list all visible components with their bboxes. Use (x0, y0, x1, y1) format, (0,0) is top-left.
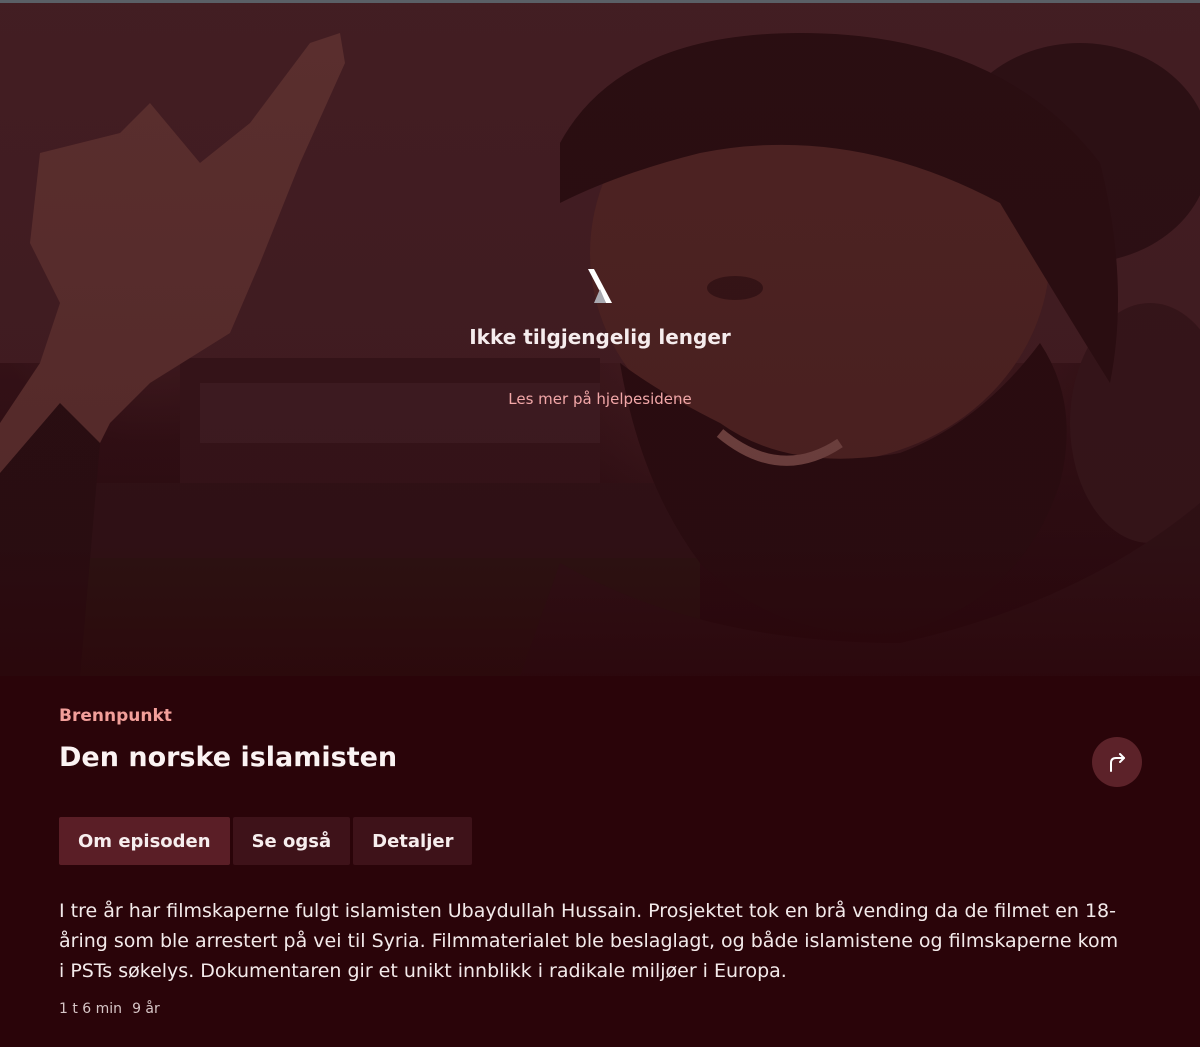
tab-detaljer[interactable]: Detaljer (353, 817, 473, 865)
tab-om-episoden[interactable]: Om episoden (59, 817, 230, 865)
help-pages-link[interactable]: Les mer på hjelpesidene (0, 390, 1200, 408)
age-label: 9 år (132, 1001, 160, 1017)
nrk-tv-logo-icon (588, 269, 612, 303)
tab-se-ogsa[interactable]: Se også (232, 817, 351, 865)
video-player-area: Ikke tilgjengelig lenger Les mer på hjel… (0, 3, 1200, 676)
episode-description: I tre år har filmskaperne fulgt islamist… (59, 900, 1119, 982)
episode-tabs: Om episoden Se også Detaljer (59, 817, 473, 865)
episode-title: Den norske islamisten (59, 742, 398, 773)
unavailable-message: Ikke tilgjengelig lenger (469, 325, 731, 349)
share-arrow-icon (1110, 753, 1125, 772)
episode-meta: 1 t 6 min 9 år (59, 1001, 160, 1017)
series-name-link[interactable]: Brennpunkt (59, 706, 172, 726)
episode-info-section: Brennpunkt Den norske islamisten Om epis… (0, 676, 1200, 1047)
share-button[interactable] (1092, 737, 1142, 787)
duration-label: 1 t 6 min (59, 1001, 123, 1017)
